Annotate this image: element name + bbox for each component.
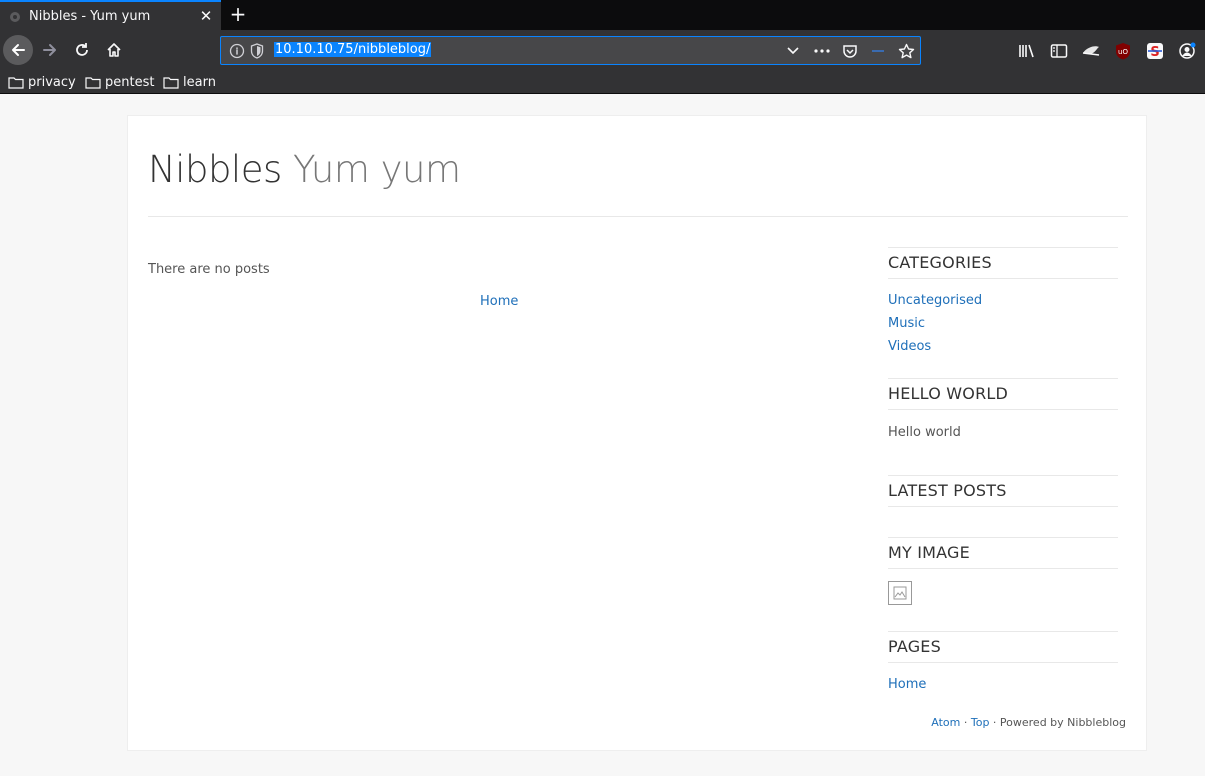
page-favicon-icon bbox=[8, 9, 22, 23]
folder-icon bbox=[163, 76, 179, 89]
account-icon[interactable] bbox=[1177, 41, 1197, 61]
pages-title: PAGES bbox=[888, 637, 941, 656]
footer: Atom · Top · Powered by Nibbleblog bbox=[931, 716, 1126, 729]
top-link[interactable]: Top bbox=[971, 716, 990, 729]
bookmark-folder-learn[interactable]: learn bbox=[163, 73, 216, 91]
back-button[interactable] bbox=[3, 35, 33, 65]
pocket-icon[interactable] bbox=[841, 43, 859, 59]
url-text[interactable]: 10.10.10.75/nibbleblog/ bbox=[274, 42, 432, 57]
bookmark-label: privacy bbox=[28, 74, 76, 90]
extension-hat-icon[interactable] bbox=[1081, 41, 1101, 61]
categories-title: CATEGORIES bbox=[888, 253, 992, 272]
hello-world-text: Hello world bbox=[888, 425, 961, 440]
reload-button[interactable] bbox=[68, 36, 96, 64]
chevron-down-icon[interactable] bbox=[784, 43, 802, 59]
forward-button[interactable] bbox=[36, 36, 64, 64]
library-icon[interactable] bbox=[1017, 41, 1037, 61]
plugin-divider bbox=[888, 247, 1118, 248]
reader-view-icon[interactable] bbox=[869, 43, 887, 59]
folder-icon bbox=[85, 76, 101, 89]
powered-by-text: · Powered by Nibbleblog bbox=[989, 716, 1126, 729]
site-title: Nibbles Yum yum bbox=[148, 148, 461, 191]
blog-slogan: Yum yum bbox=[293, 148, 461, 191]
plugin-divider bbox=[888, 568, 1118, 569]
atom-feed-link[interactable]: Atom bbox=[931, 716, 960, 729]
blog-name: Nibbles bbox=[148, 148, 282, 191]
navigation-toolbar: 10.10.10.75/nibbleblog/ uO S bbox=[0, 30, 1205, 70]
plugin-divider bbox=[888, 631, 1118, 632]
home-button[interactable] bbox=[100, 36, 128, 64]
bookmark-folder-pentest[interactable]: pentest bbox=[85, 73, 154, 91]
back-arrow-icon bbox=[12, 44, 25, 56]
sidebar-toggle-icon[interactable] bbox=[1049, 41, 1069, 61]
extension-s-icon[interactable]: S bbox=[1145, 41, 1165, 61]
plugin-divider bbox=[888, 506, 1118, 507]
address-bar[interactable]: 10.10.10.75/nibbleblog/ bbox=[220, 36, 921, 65]
close-tab-icon[interactable]: ✕ bbox=[194, 7, 218, 25]
reload-icon bbox=[76, 43, 88, 56]
no-posts-message: There are no posts bbox=[148, 262, 270, 277]
broken-image-icon bbox=[888, 581, 912, 605]
site-info-icon[interactable] bbox=[229, 43, 245, 63]
pager-home-link[interactable]: Home bbox=[480, 294, 518, 309]
plugin-divider bbox=[888, 537, 1118, 538]
page-link-home[interactable]: Home bbox=[888, 677, 926, 692]
category-link-music[interactable]: Music bbox=[888, 316, 925, 331]
plugin-divider bbox=[888, 278, 1118, 279]
folder-icon bbox=[8, 76, 24, 89]
bookmark-folder-privacy[interactable]: privacy bbox=[8, 73, 76, 91]
svg-text:uO: uO bbox=[1118, 48, 1128, 56]
new-tab-icon[interactable]: + bbox=[227, 4, 249, 26]
ublock-origin-icon[interactable]: uO bbox=[1113, 41, 1133, 61]
bookmarks-toolbar: privacy pentest learn bbox=[0, 70, 1205, 94]
category-link-videos[interactable]: Videos bbox=[888, 339, 931, 354]
url-path: /nibbleblog/ bbox=[353, 42, 431, 57]
blog-container: Nibbles Yum yum There are no posts Home … bbox=[127, 115, 1147, 751]
hello-world-title: HELLO WORLD bbox=[888, 384, 1009, 403]
plugin-divider bbox=[888, 378, 1118, 379]
browser-tab[interactable]: Nibbles - Yum yum ✕ bbox=[0, 0, 221, 30]
plugin-divider bbox=[888, 662, 1118, 663]
footer-separator: · bbox=[960, 716, 971, 729]
page-actions-menu-icon[interactable] bbox=[813, 43, 831, 59]
bookmark-star-icon[interactable] bbox=[897, 43, 915, 59]
bookmark-label: pentest bbox=[105, 74, 155, 90]
tab-strip: Nibbles - Yum yum ✕ + bbox=[0, 0, 1205, 30]
home-icon bbox=[107, 43, 121, 57]
tracking-protection-shield-icon[interactable] bbox=[250, 43, 264, 63]
bookmark-label: learn bbox=[183, 74, 216, 90]
latest-posts-title: LATEST POSTS bbox=[888, 481, 1007, 500]
my-image-title: MY IMAGE bbox=[888, 543, 970, 562]
plugin-divider bbox=[888, 475, 1118, 476]
url-host: 10.10.10.75 bbox=[275, 42, 354, 57]
tab-title: Nibbles - Yum yum bbox=[29, 8, 151, 24]
category-link-uncategorised[interactable]: Uncategorised bbox=[888, 293, 982, 308]
forward-arrow-icon bbox=[43, 44, 56, 56]
header-divider bbox=[148, 216, 1128, 217]
plugin-divider bbox=[888, 409, 1118, 410]
svg-text:S: S bbox=[1150, 45, 1159, 60]
